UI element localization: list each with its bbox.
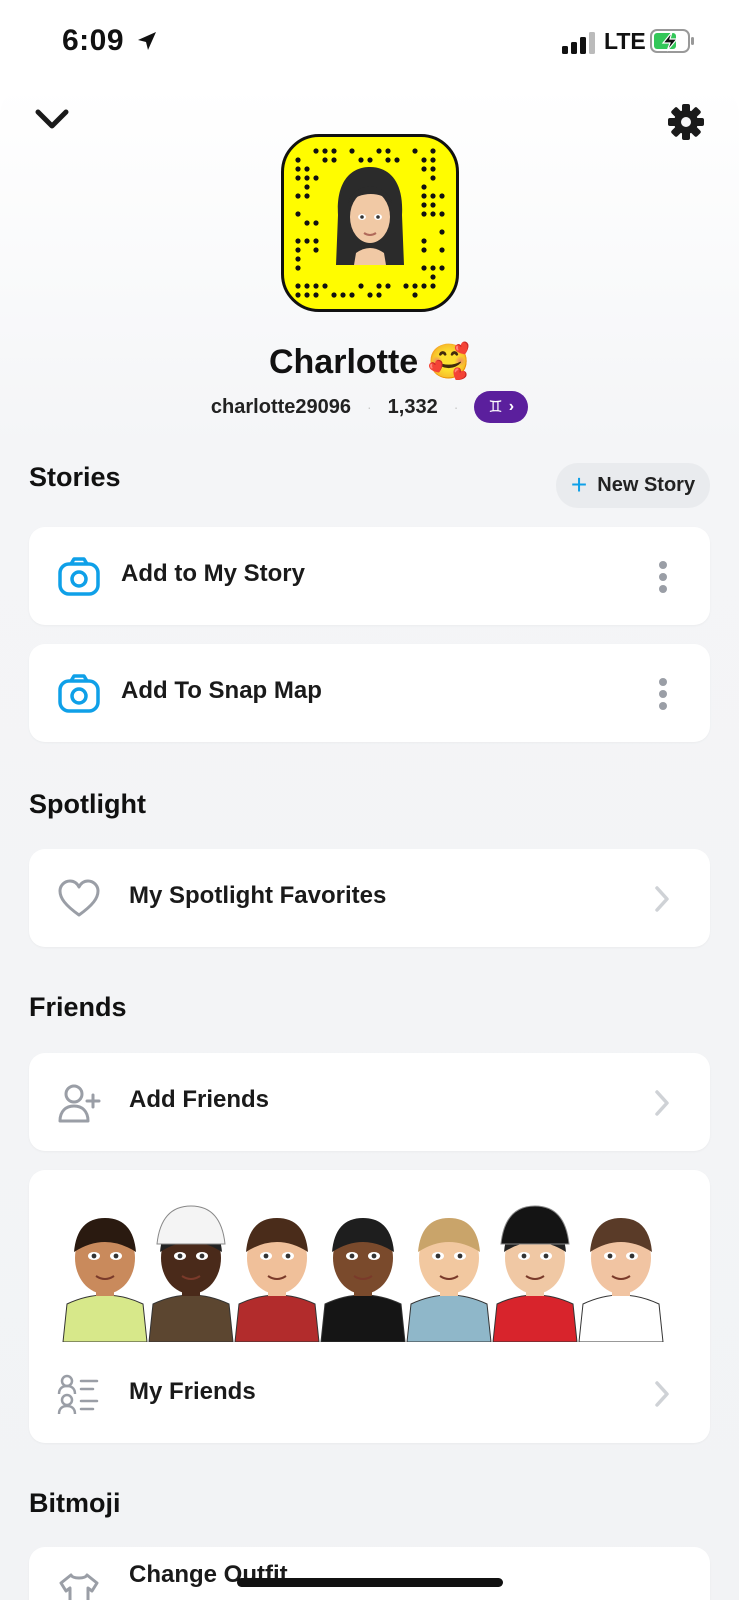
display-name-emoji: 🥰 — [427, 343, 471, 381]
row-label: Add Friends — [129, 1086, 270, 1113]
zodiac-badge[interactable]: ♊ › — [474, 391, 529, 423]
list-item[interactable]: Add to My Story — [29, 527, 710, 625]
list-item[interactable]: Change Outfit — [29, 1547, 710, 1600]
friend-bitmoji-avatar — [148, 1205, 234, 1342]
new-story-label: New Story — [597, 474, 696, 496]
row-label: Add to My Story — [121, 560, 305, 587]
friend-bitmoji-avatar — [320, 1218, 406, 1342]
display-name-text: Charlotte — [268, 343, 419, 381]
friend-bitmoji-avatar — [492, 1205, 578, 1342]
friends-bitmoji-strip[interactable] — [29, 1170, 710, 1342]
location-arrow-icon — [138, 32, 156, 50]
list-item[interactable]: My Spotlight Favorites — [29, 849, 710, 947]
network-type: LTE — [604, 28, 646, 54]
chevron-right-icon — [655, 1381, 669, 1407]
row-label: Add To Snap Map — [121, 677, 322, 704]
separator-dot: · — [367, 399, 372, 415]
add-friend-icon — [58, 1084, 101, 1123]
friend-bitmoji-avatar — [234, 1218, 320, 1342]
list-item[interactable]: Add To Snap Map — [29, 644, 710, 742]
chevron-down-icon[interactable] — [30, 102, 74, 138]
battery-charging-icon — [650, 29, 694, 53]
username[interactable]: charlotte29096 — [211, 396, 351, 419]
more-options-icon[interactable] — [658, 560, 668, 594]
friend-bitmojis — [62, 1205, 664, 1342]
section-title-friends: Friends — [29, 992, 127, 1022]
row-label: My Friends — [129, 1378, 256, 1405]
gemini-icon: ♊ — [488, 399, 503, 416]
section-title-bitmoji: Bitmoji — [29, 1488, 121, 1518]
row-label: My Spotlight Favorites — [129, 882, 387, 909]
snap-score[interactable]: 1,332 — [388, 396, 438, 419]
status-time: 6:09 — [62, 24, 125, 57]
camera-icon — [58, 674, 100, 713]
spotlight-favorites-card[interactable]: My Spotlight Favorites — [29, 849, 710, 947]
snapcode[interactable] — [281, 134, 459, 312]
bitmoji-avatar — [336, 167, 404, 265]
change-outfit-card[interactable]: Change Outfit — [29, 1547, 710, 1600]
status-bar: 6:09 LTE — [0, 0, 739, 86]
friend-bitmoji-avatar — [62, 1218, 148, 1342]
snapcode-pattern — [295, 148, 445, 298]
profile-info-row: charlotte29096 · 1,332 · ♊ › — [0, 390, 739, 424]
separator-dot: · — [453, 399, 459, 415]
chevron-right-icon: › — [508, 398, 515, 415]
chevron-right-icon — [655, 1090, 669, 1116]
camera-icon — [58, 557, 100, 596]
list-item[interactable]: Add Friends — [29, 1053, 710, 1151]
plus-icon: + — [570, 468, 588, 500]
section-title-stories: Stories — [29, 462, 121, 492]
home-indicator — [237, 1578, 503, 1587]
section-title-spotlight: Spotlight — [29, 789, 146, 819]
gear-icon[interactable] — [666, 102, 706, 142]
display-name: Charlotte 🥰 — [0, 342, 739, 382]
friends-list-icon — [57, 1374, 99, 1415]
add-to-my-story-card[interactable]: Add to My Story — [29, 527, 710, 625]
shirt-icon — [59, 1573, 99, 1600]
friend-bitmoji-avatar — [578, 1218, 664, 1342]
cellular-signal-icon — [562, 32, 595, 54]
add-to-snap-map-card[interactable]: Add To Snap Map — [29, 644, 710, 742]
list-item[interactable]: My Friends — [29, 1342, 710, 1443]
more-options-icon[interactable] — [658, 677, 668, 711]
add-friends-card[interactable]: Add Friends — [29, 1053, 710, 1151]
new-story-button[interactable]: + New Story — [556, 463, 710, 508]
chevron-right-icon — [655, 886, 669, 912]
friend-bitmoji-avatar — [406, 1218, 492, 1342]
my-friends-card[interactable]: My Friends — [29, 1170, 710, 1443]
heart-icon — [58, 879, 100, 917]
